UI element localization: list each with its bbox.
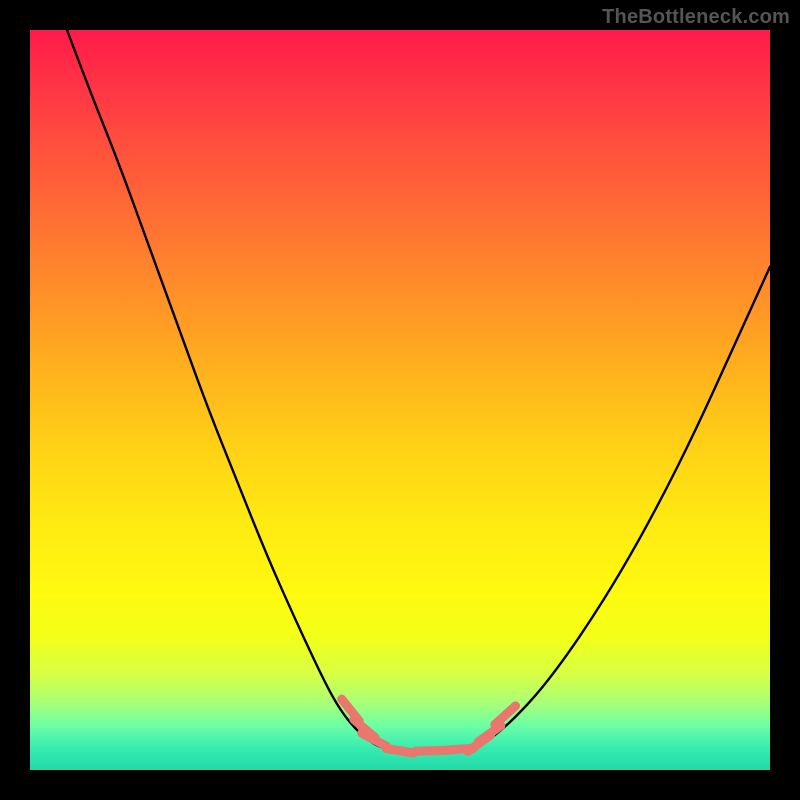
salmon-segment xyxy=(362,733,387,746)
chart-frame: TheBottleneck.com xyxy=(0,0,800,800)
salmon-segment xyxy=(416,750,444,751)
salmon-segment xyxy=(386,749,414,754)
plot-area xyxy=(30,30,770,770)
salmon-segments xyxy=(342,699,516,753)
salmon-segment xyxy=(495,706,516,725)
curve-layer xyxy=(30,30,770,770)
watermark-text: TheBottleneck.com xyxy=(602,6,790,29)
bottleneck-curve xyxy=(67,30,770,751)
